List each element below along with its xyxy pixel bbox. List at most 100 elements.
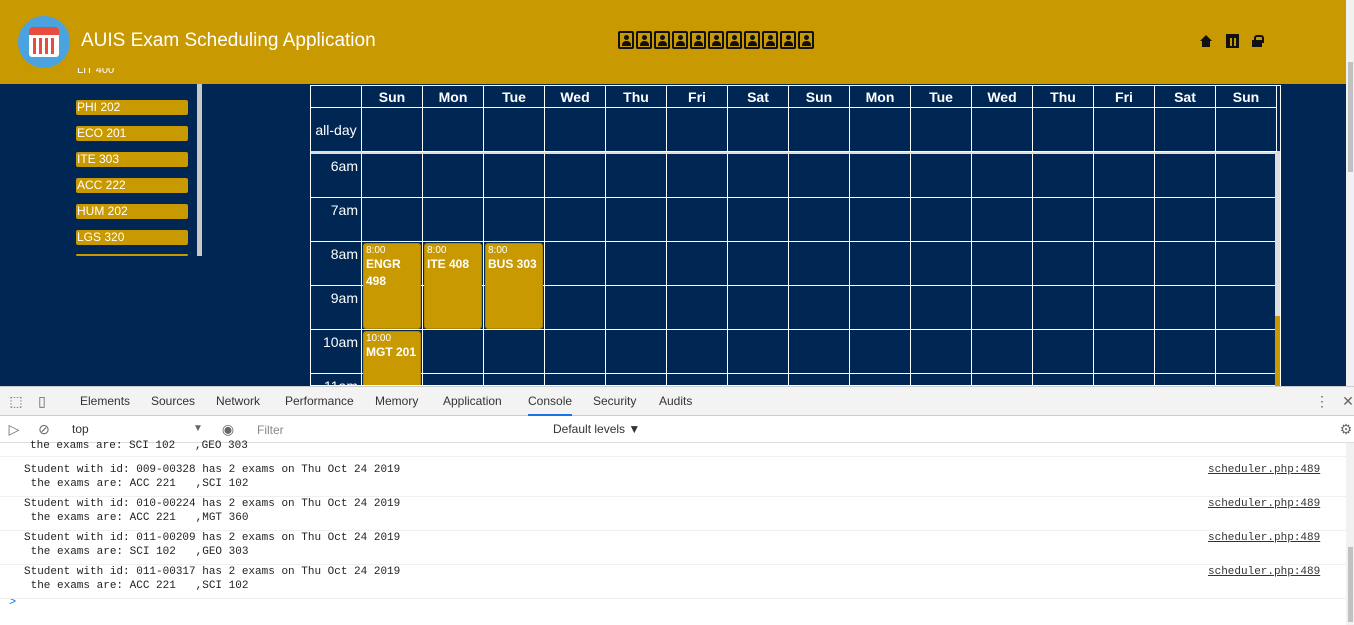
time-slot[interactable]: [972, 154, 1033, 198]
settings-gear-icon[interactable]: ⚙: [1338, 421, 1354, 437]
user-icon[interactable]: [672, 31, 688, 49]
time-slot[interactable]: [667, 330, 728, 374]
time-slot[interactable]: [1155, 286, 1216, 330]
exam-event[interactable]: 8:00 ENGR 498: [363, 243, 421, 329]
tab-application[interactable]: Application: [443, 387, 502, 416]
exam-event[interactable]: 10:00 MGT 201: [363, 331, 421, 385]
time-slot[interactable]: [423, 374, 484, 385]
time-slot[interactable]: [911, 198, 972, 242]
time-slot[interactable]: [667, 374, 728, 385]
tab-elements[interactable]: Elements: [80, 387, 130, 416]
exam-event[interactable]: 8:00 BUS 303: [485, 243, 543, 329]
time-slot[interactable]: [606, 242, 667, 286]
calendar-scroll-thumb[interactable]: [1275, 316, 1280, 386]
tab-console[interactable]: Console: [528, 387, 573, 416]
time-slot[interactable]: [972, 242, 1033, 286]
time-slot[interactable]: [606, 330, 667, 374]
allday-cell[interactable]: [1155, 108, 1216, 152]
tab-audits[interactable]: Audits: [659, 387, 692, 416]
sidebar-scrollbar[interactable]: [197, 84, 202, 256]
close-icon[interactable]: ✕: [1340, 393, 1354, 409]
time-slot[interactable]: [728, 198, 789, 242]
time-slot[interactable]: [789, 374, 850, 385]
time-slot[interactable]: [1033, 198, 1094, 242]
page-scrollbar[interactable]: [1346, 0, 1354, 386]
source-link[interactable]: scheduler.php:489: [1208, 565, 1320, 579]
time-slot[interactable]: [972, 286, 1033, 330]
time-slot[interactable]: [423, 154, 484, 198]
time-slot[interactable]: [850, 154, 911, 198]
time-slot[interactable]: [423, 198, 484, 242]
time-slot[interactable]: [972, 330, 1033, 374]
course-item[interactable]: ITE 303: [76, 152, 188, 167]
time-slot[interactable]: [545, 242, 606, 286]
time-slot[interactable]: [1033, 286, 1094, 330]
time-slot[interactable]: [606, 154, 667, 198]
time-slot[interactable]: [484, 374, 545, 385]
time-slot[interactable]: [545, 286, 606, 330]
time-slot[interactable]: [850, 286, 911, 330]
course-item[interactable]: ACC 222: [76, 178, 188, 193]
user-icon[interactable]: [636, 31, 652, 49]
sidebar-toggle-icon[interactable]: ▷: [6, 421, 22, 437]
allday-cell[interactable]: [606, 108, 667, 152]
context-selector[interactable]: top: [72, 422, 89, 436]
allday-cell[interactable]: [1216, 108, 1277, 152]
time-slot[interactable]: [728, 242, 789, 286]
time-slot[interactable]: [1033, 154, 1094, 198]
time-slot[interactable]: [850, 374, 911, 385]
time-slot[interactable]: [545, 198, 606, 242]
time-slot[interactable]: [606, 374, 667, 385]
lock-icon[interactable]: [1252, 35, 1264, 47]
time-slot[interactable]: [972, 374, 1033, 385]
time-slot[interactable]: [1216, 198, 1277, 242]
course-item[interactable]: LIT 400: [76, 68, 188, 76]
time-slot[interactable]: [728, 154, 789, 198]
user-icon[interactable]: [780, 31, 796, 49]
calendar-scroll-track[interactable]: [1275, 152, 1280, 316]
time-slot[interactable]: [789, 242, 850, 286]
user-icon[interactable]: [762, 31, 778, 49]
time-slot[interactable]: [667, 154, 728, 198]
course-item[interactable]: HUM 202: [76, 204, 188, 219]
time-slot[interactable]: [667, 242, 728, 286]
tab-network[interactable]: Network: [216, 387, 260, 416]
time-slot[interactable]: [1094, 198, 1155, 242]
inspect-element-icon[interactable]: ⬚: [8, 393, 24, 409]
time-slot[interactable]: [911, 374, 972, 385]
time-slot[interactable]: [850, 198, 911, 242]
time-slot[interactable]: [1216, 374, 1277, 385]
allday-cell[interactable]: [667, 108, 728, 152]
time-slot[interactable]: [1033, 374, 1094, 385]
more-options-icon[interactable]: ⋮: [1314, 393, 1330, 409]
allday-cell[interactable]: [1033, 108, 1094, 152]
time-slot[interactable]: [1094, 374, 1155, 385]
tab-security[interactable]: Security: [593, 387, 636, 416]
user-icon[interactable]: [708, 31, 724, 49]
source-link[interactable]: scheduler.php:489: [1208, 531, 1320, 545]
time-slot[interactable]: [1033, 330, 1094, 374]
allday-cell[interactable]: [362, 108, 423, 152]
time-slot[interactable]: [1155, 330, 1216, 374]
course-item[interactable]: ECO 201: [76, 126, 188, 141]
source-link[interactable]: scheduler.php:489: [1208, 463, 1320, 477]
tab-memory[interactable]: Memory: [375, 387, 418, 416]
time-slot[interactable]: [484, 330, 545, 374]
user-icon[interactable]: [690, 31, 706, 49]
time-slot[interactable]: [728, 374, 789, 385]
user-icon[interactable]: [726, 31, 742, 49]
exam-event[interactable]: 8:00 ITE 408: [424, 243, 482, 329]
tab-sources[interactable]: Sources: [151, 387, 195, 416]
time-slot[interactable]: [1155, 242, 1216, 286]
time-slot[interactable]: [667, 198, 728, 242]
time-slot[interactable]: [972, 198, 1033, 242]
allday-cell[interactable]: [789, 108, 850, 152]
time-slot[interactable]: [1155, 198, 1216, 242]
user-icon[interactable]: [654, 31, 670, 49]
allday-cell[interactable]: [972, 108, 1033, 152]
time-slot[interactable]: [545, 330, 606, 374]
time-slot[interactable]: [911, 286, 972, 330]
time-slot[interactable]: [911, 154, 972, 198]
calendar-logo-icon[interactable]: [18, 16, 70, 68]
allday-cell[interactable]: [728, 108, 789, 152]
